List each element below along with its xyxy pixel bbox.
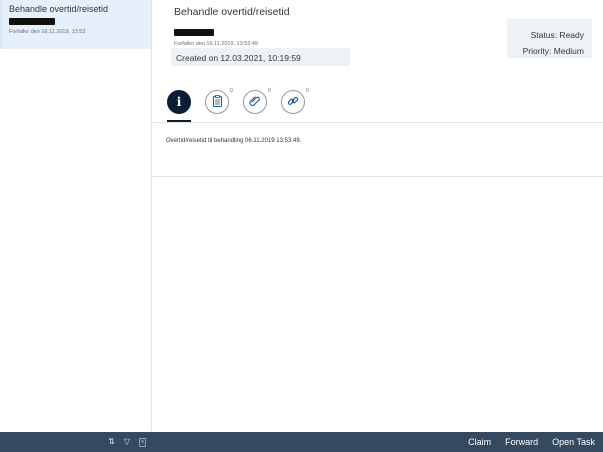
links-count: 0 — [306, 88, 309, 94]
tab-links[interactable] — [281, 90, 305, 114]
status-panel: Status: Ready Priority: Medium — [507, 19, 592, 58]
redacted-name — [9, 18, 55, 25]
info-icon: i — [176, 94, 182, 109]
tab-info[interactable]: i — [167, 90, 191, 114]
divider — [152, 122, 603, 123]
open-task-button[interactable]: Open Task — [552, 432, 595, 452]
tab-attachments[interactable] — [243, 90, 267, 114]
page-title: Behandle overtid/reisetid — [174, 6, 290, 18]
task-list-item-title: Behandle overtid/reisetid — [9, 4, 109, 14]
inbox-app: Behandle overtid/reisetid Forfaller den … — [0, 0, 603, 452]
forward-button[interactable]: Forward — [505, 432, 538, 452]
task-list-item[interactable]: Behandle overtid/reisetid Forfaller den … — [0, 0, 151, 49]
claim-button[interactable]: Claim — [468, 432, 491, 452]
task-detail: Behandle overtid/reisetid Forfaller den … — [152, 0, 603, 452]
sort-icon[interactable]: ⇅ — [108, 432, 115, 452]
attachments-count: 0 — [268, 88, 271, 94]
task-list-item-due: Forfaller den 16.11.2019, 13:53 — [9, 29, 86, 35]
created-date: Created on 12.03.2021, 10:19:59 — [171, 48, 350, 66]
priority-badge: Priority: Medium — [522, 46, 584, 56]
group-icon[interactable]: ≡ — [139, 437, 146, 447]
task-list: Behandle overtid/reisetid Forfaller den … — [0, 0, 152, 452]
divider — [152, 176, 603, 177]
tab-notes[interactable] — [205, 90, 229, 114]
link-icon — [287, 95, 299, 110]
redacted-name — [174, 29, 214, 36]
paperclip-icon — [249, 95, 261, 110]
list-footer-toolbar: ⇅ ▽ ≡ — [0, 432, 152, 452]
notes-count: 0 — [230, 88, 233, 94]
detail-footer-toolbar: Claim Forward Open Task — [152, 432, 603, 452]
task-description: Overtid/reisetid til behandling 06.11.20… — [166, 138, 302, 144]
clipboard-icon — [212, 94, 223, 110]
filter-icon[interactable]: ▽ — [124, 432, 130, 452]
status-badge: Status: Ready — [530, 30, 584, 40]
due-date: Forfaller den 16.11.2019, 13:53:49 — [174, 41, 258, 47]
tab-bar: i 0 0 0 — [166, 88, 326, 122]
